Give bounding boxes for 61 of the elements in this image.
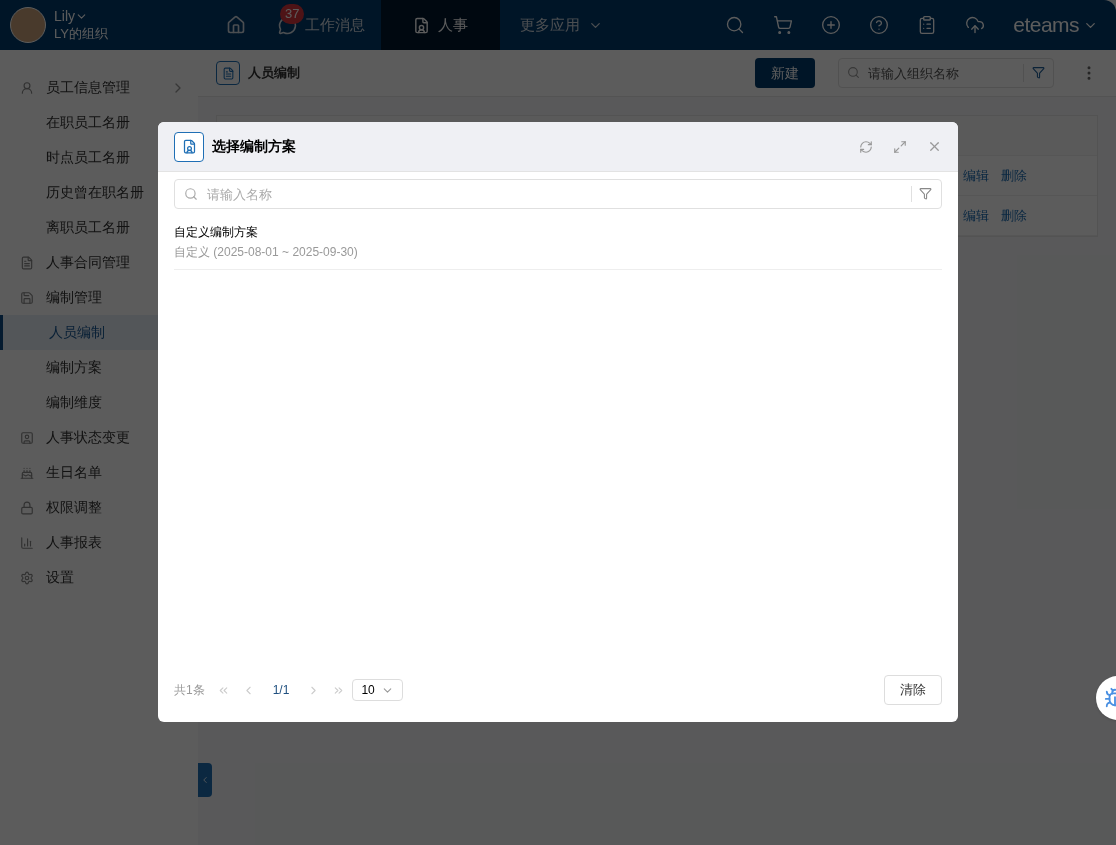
- total-count: 共1条: [174, 682, 205, 699]
- sidebar-label: 生日名单: [46, 463, 102, 482]
- bar-chart-icon: [20, 535, 34, 550]
- cake-icon: [20, 465, 34, 480]
- sidebar-item[interactable]: 人事状态变更: [0, 420, 198, 455]
- org-name: LY的组织: [54, 25, 108, 42]
- action-link[interactable]: 编辑: [963, 205, 989, 226]
- action-link[interactable]: 删除: [1001, 205, 1027, 226]
- plan-name: 自定义编制方案: [174, 224, 259, 241]
- new-button[interactable]: 新建: [755, 58, 815, 88]
- cloud-upload-icon[interactable]: [965, 15, 986, 35]
- document-person-icon: [413, 16, 430, 34]
- collapse-handle[interactable]: [198, 763, 212, 797]
- person-icon: [20, 80, 34, 95]
- sidebar-label: 人事状态变更: [46, 428, 130, 447]
- sidebar-item[interactable]: 员工信息管理: [0, 70, 198, 105]
- sidebar-item[interactable]: 权限调整: [0, 490, 198, 525]
- chevron-left-icon: [200, 775, 210, 785]
- settings-icon: [20, 570, 34, 585]
- sidebar-item[interactable]: 人事报表: [0, 525, 198, 560]
- dialog-title: 选择编制方案: [212, 137, 296, 156]
- brand-logo[interactable]: eteams: [1013, 9, 1079, 41]
- document-icon: [20, 255, 34, 270]
- sidebar-item[interactable]: 编制管理: [0, 280, 198, 315]
- close-icon[interactable]: [927, 139, 942, 154]
- id-card-icon: [20, 430, 34, 445]
- document-icon: [221, 66, 235, 80]
- sidebar-item[interactable]: 设置: [0, 560, 198, 595]
- lock-icon: [20, 500, 34, 515]
- sidebar-label: 人事报表: [46, 533, 102, 552]
- refresh-icon[interactable]: [859, 139, 873, 154]
- unread-badge: 37: [280, 4, 305, 24]
- user-name[interactable]: Lily: [54, 8, 75, 25]
- floppy-icon: [20, 290, 34, 305]
- filter-icon[interactable]: [1032, 66, 1045, 79]
- action-link[interactable]: 删除: [1001, 165, 1027, 186]
- sidebar-label: 员工信息管理: [46, 78, 130, 97]
- page-size-select[interactable]: 10: [352, 679, 404, 701]
- plan-period: 自定义 (2025-08-01 ~ 2025-09-30): [174, 244, 359, 261]
- app-tab[interactable]: 人事: [381, 0, 500, 50]
- sidebar-label: 编制管理: [46, 288, 102, 307]
- search-icon[interactable]: [725, 15, 746, 35]
- sidebar-item[interactable]: 生日名单: [0, 455, 198, 490]
- search-icon: [184, 187, 198, 201]
- avatar[interactable]: [10, 7, 46, 43]
- name-search-field[interactable]: 请输入名称: [174, 179, 942, 209]
- sidebar-label: 人事合同管理: [46, 253, 130, 272]
- page-indicator: 1/1: [272, 682, 290, 699]
- sidebar-label: 设置: [46, 568, 74, 587]
- home-icon: [226, 15, 246, 35]
- plan-list-item[interactable]: 自定义编制方案 自定义 (2025-08-01 ~ 2025-09-30): [174, 209, 942, 270]
- clear-button[interactable]: 清除: [884, 675, 942, 705]
- search-icon: [847, 66, 860, 79]
- filter-icon[interactable]: [919, 187, 932, 200]
- page-title: 人员编制: [248, 64, 300, 83]
- cart-icon[interactable]: [773, 15, 794, 35]
- add-icon[interactable]: [821, 15, 842, 35]
- sidebar-label: 权限调整: [46, 498, 102, 517]
- help-icon[interactable]: [869, 15, 890, 35]
- action-link[interactable]: 编辑: [963, 165, 989, 186]
- expand-icon[interactable]: [893, 139, 907, 154]
